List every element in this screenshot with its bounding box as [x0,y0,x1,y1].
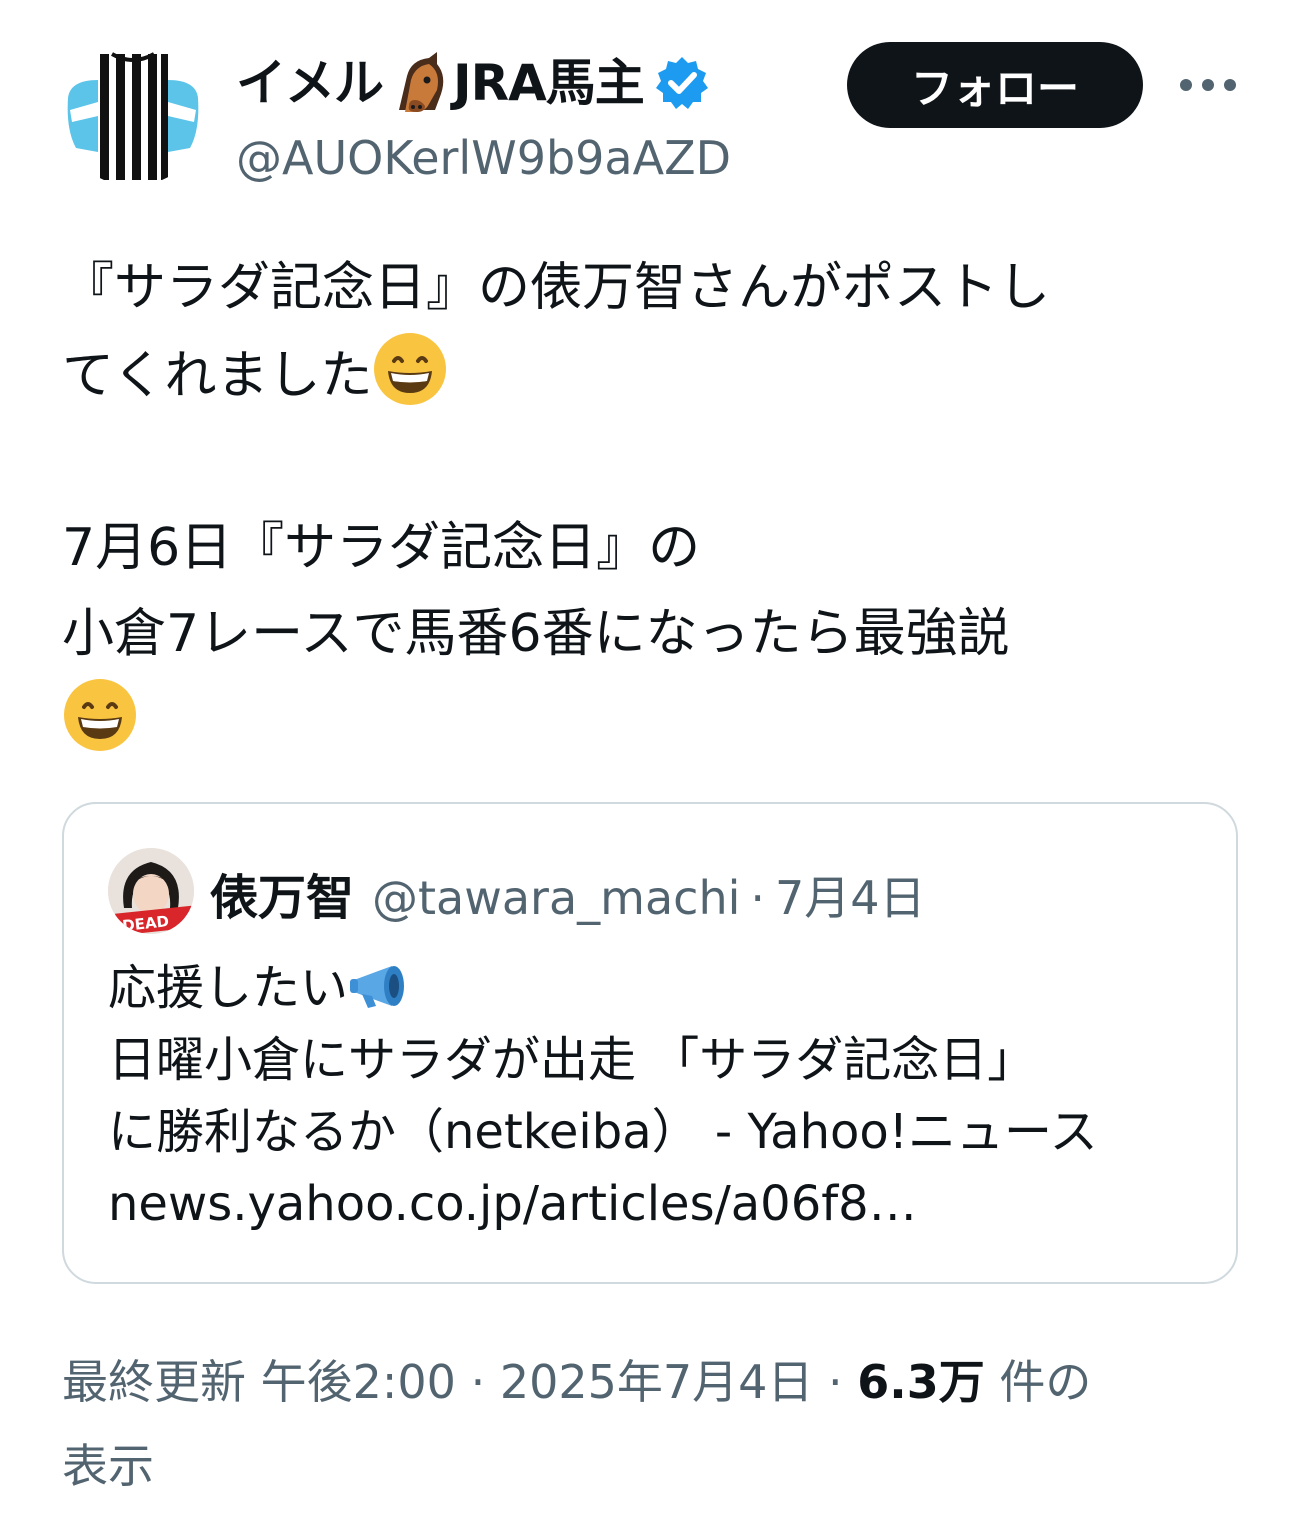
tweet-line-1: 『サラダ記念日』の俵万智さんがポストし [62,258,1051,318]
tweet-meta: 最終更新 午後2:00 · 2025年7月4日 · 6.3万 件の表示 [62,1340,1242,1508]
views-count[interactable]: 6.3万 [857,1355,985,1409]
author-name-part2[interactable]: JRA馬主 [453,48,645,118]
quoted-author-avatar[interactable]: DEAD [108,848,194,934]
tweet-body: 『サラダ記念日』の俵万智さんがポストし てくれました 7月6日『サラダ記念日』の小… [62,245,1242,765]
quoted-line-1-text: 応援したい [108,960,349,1016]
meta-label: 最終更新 [62,1355,246,1409]
tweet-line-2-text: てくれました [62,346,373,406]
grinning-face-icon [372,331,448,407]
quoted-tweet-card[interactable]: DEAD 俵万智 @tawara_machi · 7月4日 応援したい日曜小倉に… [62,802,1238,1284]
quoted-header: 俵万智 @tawara_machi · 7月4日 [210,858,926,926]
meta-date[interactable]: 2025年7月4日 [500,1355,814,1409]
quoted-line-1: 応援したい [108,952,1208,1024]
tweet-line-4: 小倉7レースで馬番6番になったら最強説 [62,604,1010,664]
quoted-line-2: 日曜小倉にサラダが出走 「サラダ記念日」 [108,1032,1036,1088]
meta-time[interactable]: 午後2:00 [261,1355,456,1409]
more-dot [1224,79,1236,91]
author-name-part1[interactable]: イメル [236,48,384,118]
grinning-face-icon [62,677,138,753]
more-dot [1202,79,1214,91]
quoted-line-3: に勝利なるか（netkeiba） - Yahoo!ニュース [108,1104,1098,1160]
horse-face-icon [385,50,451,116]
quoted-date[interactable]: 7月4日 [775,862,926,928]
more-options-icon[interactable] [1180,70,1236,100]
quoted-link[interactable]: news.yahoo.co.jp/articles/a06f8… [108,1168,1208,1240]
meta-sep: · [828,1355,843,1409]
views-suffix-2: 表示 [62,1439,154,1493]
tweet-header: イメル JRA馬主 @AUOKerlW9b9aAZD フォロー [60,40,1250,190]
avatar-badge-text: DEAD [121,912,169,934]
tweet-line-3: 7月6日『サラダ記念日』の [62,518,701,578]
follow-button[interactable]: フォロー [847,42,1143,128]
tweet-line-5 [62,677,1242,765]
quoted-body: 応援したい日曜小倉にサラダが出走 「サラダ記念日」に勝利なるか（netkeiba… [108,952,1208,1240]
more-dot [1180,79,1192,91]
quoted-author-handle[interactable]: @tawara_machi [372,871,740,925]
author-handle[interactable]: @AUOKerlW9b9aAZD [236,128,731,188]
megaphone-icon [348,960,418,1012]
tweet-line-2: てくれました [62,331,1242,419]
views-suffix: 件の [999,1355,1092,1409]
verified-badge-icon [654,55,710,111]
quoted-separator: · [750,871,765,925]
author-name-row[interactable]: イメル JRA馬主 [236,48,710,118]
author-avatar[interactable] [60,40,206,186]
meta-sep: · [470,1355,486,1409]
quoted-author-name[interactable]: 俵万智 [210,858,354,928]
